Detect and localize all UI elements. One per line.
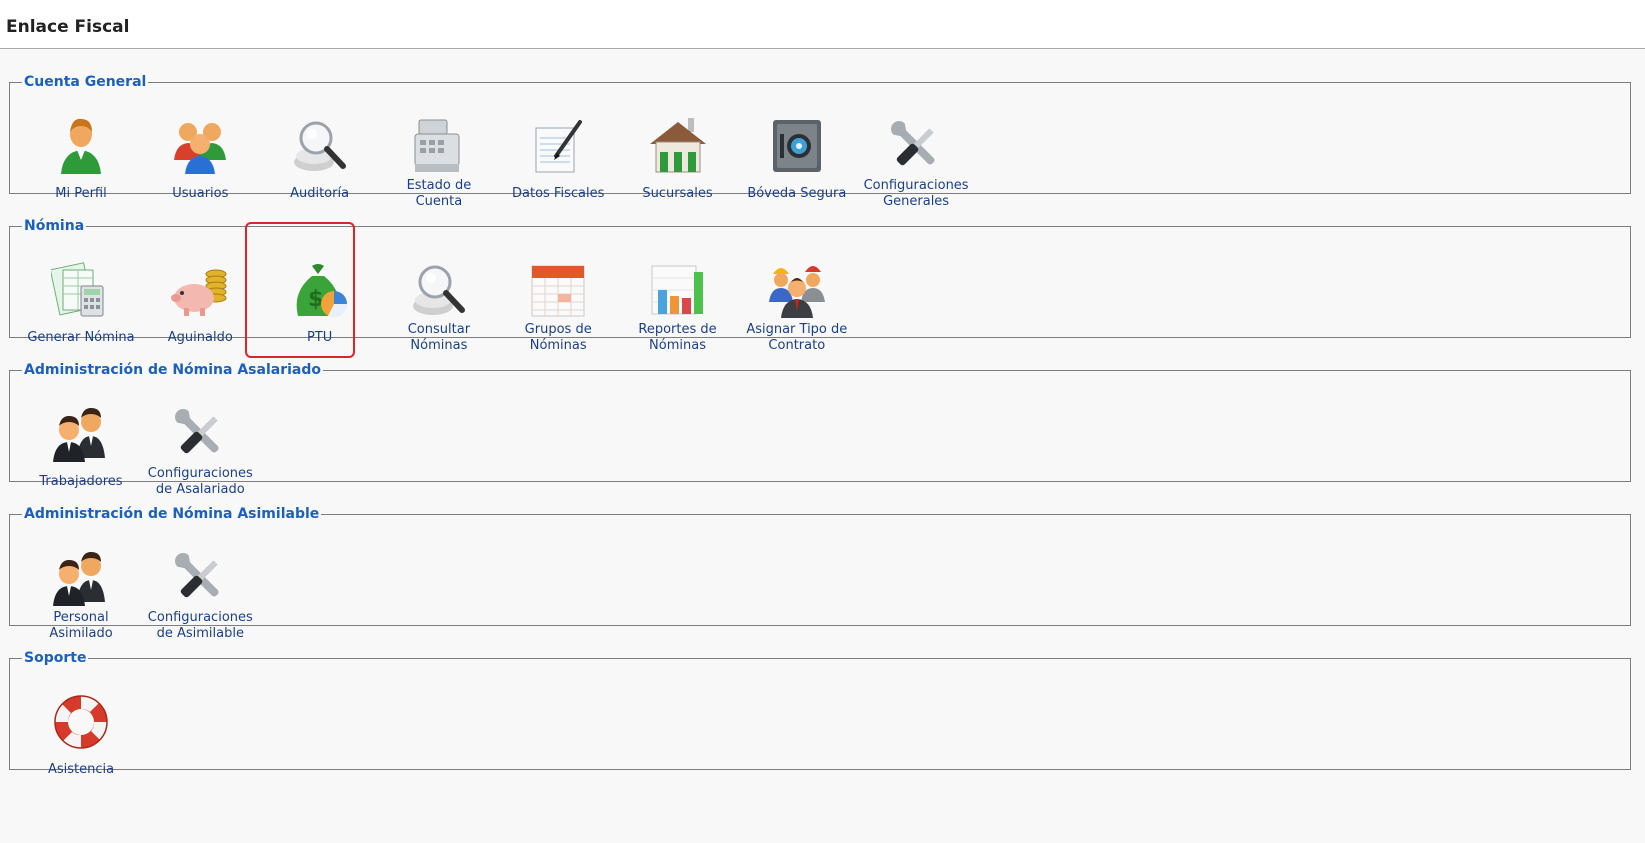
menu-item-aguinaldo[interactable]: Aguinaldo — [141, 260, 259, 346]
menu-item-reportes-de-nominas[interactable]: Reportes de Nóminas — [619, 260, 737, 354]
menu-item-label: Generar Nómina — [27, 330, 135, 345]
menu-item-label: PTU — [306, 330, 333, 345]
building-icon — [648, 116, 708, 176]
menu-item-trabajadores[interactable]: Trabajadores — [22, 404, 140, 490]
section-title: Soporte — [24, 650, 87, 666]
menu-item-consultar-nominas[interactable]: Consultar Nóminas — [380, 260, 498, 354]
tools-icon — [170, 548, 230, 608]
menu-item-personal-asimilado[interactable]: Personal Asimilado — [22, 548, 140, 642]
menu-item-sucursales[interactable]: Sucursales — [619, 116, 737, 202]
business-people-icon — [51, 404, 111, 464]
lifebuoy-icon — [51, 692, 111, 752]
piggy-bank-icon — [170, 260, 230, 320]
workers-icon — [767, 260, 827, 320]
tools-icon — [170, 404, 230, 464]
menu-item-label: Asignar Tipo de Contrato — [746, 322, 848, 353]
menu-item-configuraciones-de-asimilable[interactable]: Configuraciones de Asimilable — [141, 548, 259, 642]
menu-item-label: Configuraciones de Asimilable — [147, 610, 253, 641]
section-title: Administración de Nómina Asalariado — [24, 362, 321, 378]
business-people-icon — [51, 548, 111, 608]
magnifier-icon — [290, 116, 350, 176]
menu-item-label: Datos Fiscales — [512, 186, 605, 201]
menu-item-asignar-tipo-de-contrato[interactable]: Asignar Tipo de Contrato — [738, 260, 856, 354]
menu-item-label: Consultar Nóminas — [407, 322, 471, 353]
section-administracion-de-nomina-asalariado: Administración de Nómina Asalariado Traba… — [9, 362, 1631, 497]
bar-chart-icon — [648, 260, 708, 320]
section-nomina: Nómina Generar Nómina Aguinaldo $ PTU Consult… — [9, 218, 1631, 358]
notepad-pen-icon — [528, 116, 588, 176]
calendar-icon — [528, 260, 588, 320]
payroll-spreadsheet-icon — [51, 260, 111, 320]
menu-item-label: Trabajadores — [39, 474, 123, 489]
menu-item-mi-perfil[interactable]: Mi Perfil — [22, 116, 140, 202]
tools-icon — [886, 116, 946, 176]
menu-item-label: Configuraciones Generales — [863, 178, 969, 209]
menu-item-label: Auditoría — [290, 186, 350, 201]
menu-item-label: Mi Perfil — [55, 186, 107, 201]
menu-item-label: Grupos de Nóminas — [524, 322, 592, 353]
menu-item-label: Configuraciones de Asalariado — [147, 466, 253, 497]
users-group-icon — [170, 116, 230, 176]
menu-item-label: Sucursales — [642, 186, 713, 201]
section-administracion-de-nomina-asimilable: Administración de Nómina Asimilable Perso… — [9, 506, 1631, 641]
menu-item-label: Aguinaldo — [167, 330, 233, 345]
menu-item-label: Personal Asimilado — [49, 610, 113, 641]
svg-text:$: $ — [308, 287, 323, 312]
magnifier-icon — [409, 260, 469, 320]
menu-item-estado-de-cuenta[interactable]: Estado de Cuenta — [380, 116, 498, 210]
menu-item-boveda-segura[interactable]: Bóveda Segura — [738, 116, 856, 202]
menu-item-configuraciones-generales[interactable]: Configuraciones Generales — [857, 116, 975, 210]
menu-item-label: Bóveda Segura — [747, 186, 847, 201]
user-profile-icon — [51, 116, 111, 176]
menu-item-label: Asistencia — [47, 762, 115, 777]
menu-item-asistencia[interactable]: Asistencia — [22, 692, 140, 778]
menu-item-ptu[interactable]: $ PTU — [261, 260, 379, 346]
menu-item-label: Usuarios — [172, 186, 229, 201]
section-soporte: Soporte Asistencia — [9, 650, 1631, 777]
menu-item-label: Reportes de Nóminas — [638, 322, 717, 353]
section-title: Cuenta General — [24, 74, 147, 90]
cash-register-icon — [409, 116, 469, 176]
top-bar: Enlace Fiscal — [0, 0, 1645, 49]
menu-item-generar-nomina[interactable]: Generar Nómina — [22, 260, 140, 346]
menu-item-auditoria[interactable]: Auditoría — [261, 116, 379, 202]
menu-item-datos-fiscales[interactable]: Datos Fiscales — [499, 116, 617, 202]
section-cuenta-general: Cuenta General Mi Perfil Usuarios Auditoría… — [9, 74, 1631, 209]
menu-item-usuarios[interactable]: Usuarios — [141, 116, 259, 202]
menu-item-grupos-de-nominas[interactable]: Grupos de Nóminas — [499, 260, 617, 354]
app-title: Enlace Fiscal — [6, 17, 130, 37]
section-title: Administración de Nómina Asimilable — [24, 506, 320, 522]
money-bag-chart-icon: $ — [290, 260, 350, 320]
menu-item-configuraciones-de-asalariado[interactable]: Configuraciones de Asalariado — [141, 404, 259, 498]
section-title: Nómina — [24, 218, 85, 234]
safe-icon — [767, 116, 827, 176]
menu-item-label: Estado de Cuenta — [406, 178, 472, 209]
